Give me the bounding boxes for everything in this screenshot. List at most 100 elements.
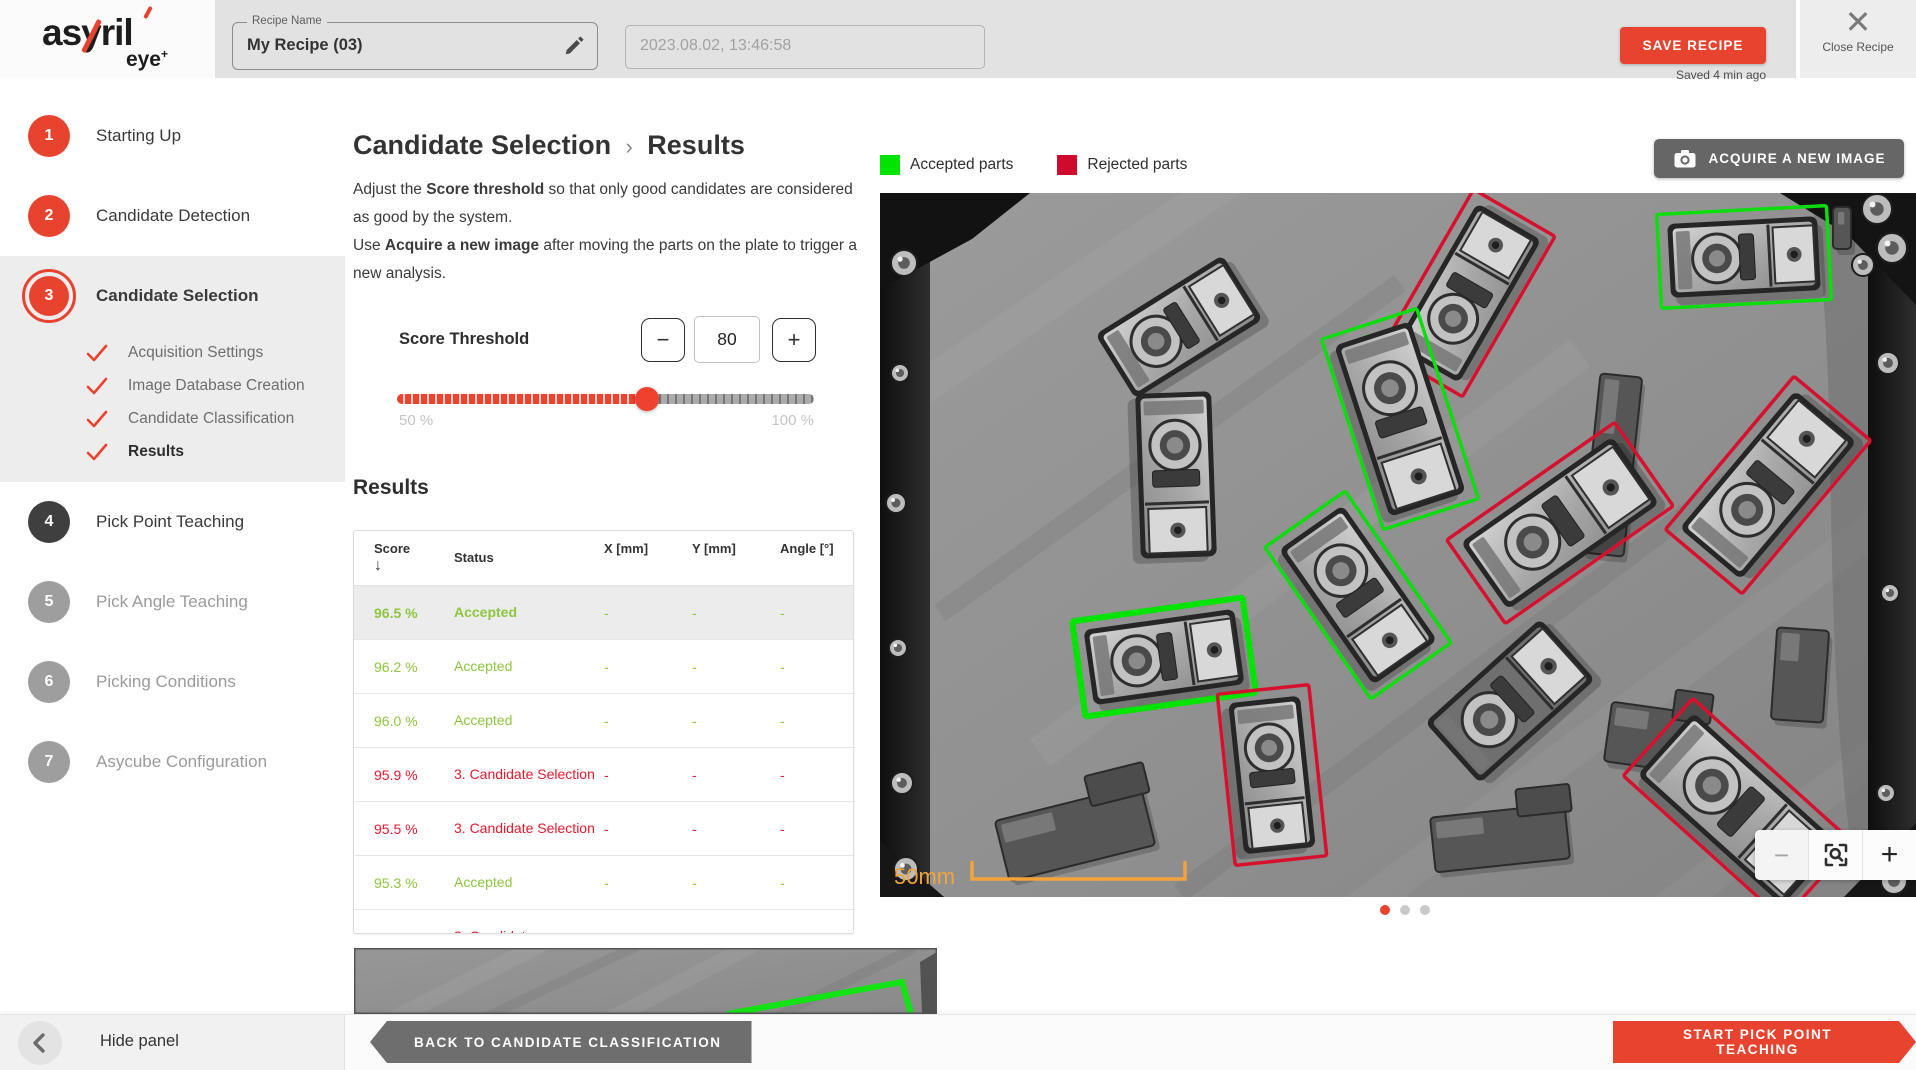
logo-area: asyril eye+	[0, 0, 215, 78]
start-pick-point-teaching-button[interactable]: START PICK POINT TEACHING	[1613, 1021, 1916, 1063]
bottom-bar: Hide panel BACK TO CANDIDATE CLASSIFICAT…	[0, 1014, 1916, 1070]
table-row[interactable]: 95.5 %3. Candidate Selection---	[354, 802, 853, 856]
pagination-dot-3[interactable]	[1420, 905, 1430, 915]
table-row[interactable]: 96.5 %Accepted---	[354, 586, 853, 640]
recipe-name-input[interactable]	[247, 36, 537, 55]
sidebar-step-6[interactable]: 6Picking Conditions	[0, 642, 345, 722]
description-paragraph: Use Acquire a new image after moving the…	[353, 232, 858, 288]
edit-pencil-icon[interactable]	[563, 35, 585, 57]
step-circle: 1	[28, 115, 70, 157]
table-cell: -	[692, 875, 780, 891]
page-description: Adjust the Score threshold so that only …	[353, 176, 858, 288]
zoom-in-button[interactable]: +	[1863, 830, 1916, 880]
legend-label: Accepted parts	[910, 156, 1013, 174]
acquire-new-image-button[interactable]: ACQUIRE A NEW IMAGE	[1654, 139, 1904, 178]
table-cell: -	[692, 821, 780, 837]
save-recipe-button[interactable]: SAVE RECIPE	[1620, 27, 1766, 64]
sidebar-step-1[interactable]: 1Starting Up	[0, 96, 345, 176]
threshold-slider[interactable]	[397, 394, 814, 404]
substep-label: Acquisition Settings	[128, 344, 263, 362]
column-header-score[interactable]: Score↓	[354, 541, 454, 575]
sidebar-step-active: 3 Candidate Selection Acquisition Settings…	[0, 256, 345, 482]
results-heading: Results	[353, 476, 429, 500]
sidebar-step-4[interactable]: 4Pick Point Teaching	[0, 482, 345, 562]
threshold-increment-button[interactable]: +	[772, 318, 816, 362]
sidebar-substep[interactable]: Image Database Creation	[0, 369, 345, 402]
table-cell: -	[780, 821, 854, 837]
close-icon: ✕	[1800, 0, 1916, 44]
camera-image-viewport[interactable]: 50mm	[880, 193, 1916, 897]
candidate-crop-preview[interactable]	[354, 948, 937, 1014]
table-cell: -	[692, 767, 780, 783]
column-header-status: Status	[454, 541, 604, 565]
table-cell: -	[780, 875, 854, 891]
close-recipe-button[interactable]: ✕ Close Recipe	[1800, 0, 1916, 78]
substep-label: Candidate Classification	[128, 410, 294, 428]
sort-desc-icon[interactable]: ↓	[374, 557, 454, 575]
sidebar-substep[interactable]: Results	[0, 435, 345, 468]
zoom-out-button[interactable]: −	[1755, 830, 1809, 880]
table-cell: -	[604, 767, 692, 783]
table-row[interactable]: 96.0 %Accepted---	[354, 694, 853, 748]
bottom-bar-sidebar-section: Hide panel	[0, 1015, 345, 1070]
table-cell: -	[780, 659, 854, 675]
timestamp-field[interactable]: 2023.08.02, 13:46:58	[625, 25, 985, 69]
sidebar-step-2[interactable]: 2Candidate Detection	[0, 176, 345, 256]
step-circle: 5	[28, 581, 70, 623]
hide-panel-label: Hide panel	[100, 1032, 179, 1051]
check-icon	[86, 410, 108, 428]
slider-knob[interactable]	[635, 387, 659, 411]
chevron-left-icon	[27, 1030, 53, 1056]
wizard-sidebar: 1Starting Up2Candidate Detection 3 Candida…	[0, 78, 345, 1014]
sidebar-step-3[interactable]: 3 Candidate Selection	[0, 256, 345, 336]
saved-status: Saved 4 min ago	[1620, 68, 1766, 82]
pagination-dot-1[interactable]	[1380, 905, 1390, 915]
slider-min-label: 50 %	[399, 412, 433, 429]
sidebar-substep[interactable]: Acquisition Settings	[0, 336, 345, 369]
table-cell: -	[604, 821, 692, 837]
close-recipe-label: Close Recipe	[1800, 40, 1916, 54]
step-circle: 3	[22, 269, 76, 323]
table-row[interactable]: 3. Candidate	[354, 910, 853, 934]
threshold-value-input[interactable]	[694, 316, 760, 363]
results-table-header: Score↓StatusX [mm]Y [mm]Angle [°]	[354, 531, 853, 586]
legend-color-swatch	[1057, 155, 1077, 175]
threshold-decrement-button[interactable]: −	[641, 318, 685, 362]
table-cell: 3. Candidate	[454, 927, 604, 934]
table-row[interactable]: 96.2 %Accepted---	[354, 640, 853, 694]
back-to-candidate-classification-button[interactable]: BACK TO CANDIDATE CLASSIFICATION	[370, 1021, 752, 1063]
hide-panel-button[interactable]	[18, 1021, 62, 1065]
column-header-x-mm-: X [mm]	[604, 541, 692, 556]
table-cell: 3. Candidate Selection	[454, 765, 604, 784]
eye-plus-logo: eye+	[0, 47, 168, 72]
table-cell: Accepted	[454, 873, 604, 892]
step-label: Candidate Detection	[96, 206, 250, 226]
step-label: Candidate Selection	[96, 286, 258, 306]
slider-max-label: 100 %	[740, 412, 814, 429]
step-label: Picking Conditions	[96, 672, 236, 692]
step-label: Asycube Configuration	[96, 752, 267, 772]
table-cell: 96.2 %	[354, 659, 454, 675]
table-row[interactable]: 95.9 %3. Candidate Selection---	[354, 748, 853, 802]
check-icon	[86, 377, 108, 395]
column-header-y-mm-: Y [mm]	[692, 541, 780, 556]
step-label: Pick Point Teaching	[96, 512, 244, 532]
clamp-part	[1127, 391, 1217, 564]
sidebar-step-5[interactable]: 5Pick Angle Teaching	[0, 562, 345, 642]
table-row[interactable]: 95.3 %Accepted---	[354, 856, 853, 910]
legend-color-swatch	[880, 155, 900, 175]
recipe-name-field[interactable]: Recipe Name	[232, 22, 598, 70]
table-cell: -	[780, 605, 854, 621]
table-cell: 95.9 %	[354, 767, 454, 783]
substep-label: Results	[128, 443, 184, 461]
description-paragraph: Adjust the Score threshold so that only …	[353, 176, 858, 232]
pagination-dot-2[interactable]	[1400, 905, 1410, 915]
sidebar-step-7[interactable]: 7Asycube Configuration	[0, 722, 345, 802]
loose-part	[1770, 627, 1833, 729]
sidebar-substep[interactable]: Candidate Classification	[0, 402, 345, 435]
timestamp-value: 2023.08.02, 13:46:58	[640, 37, 791, 55]
table-cell: -	[604, 713, 692, 729]
zoom-fit-button[interactable]	[1809, 830, 1863, 880]
table-cell: 96.0 %	[354, 713, 454, 729]
header-bar: Recipe Name 2023.08.02, 13:46:58 SAVE RE…	[215, 0, 1796, 78]
